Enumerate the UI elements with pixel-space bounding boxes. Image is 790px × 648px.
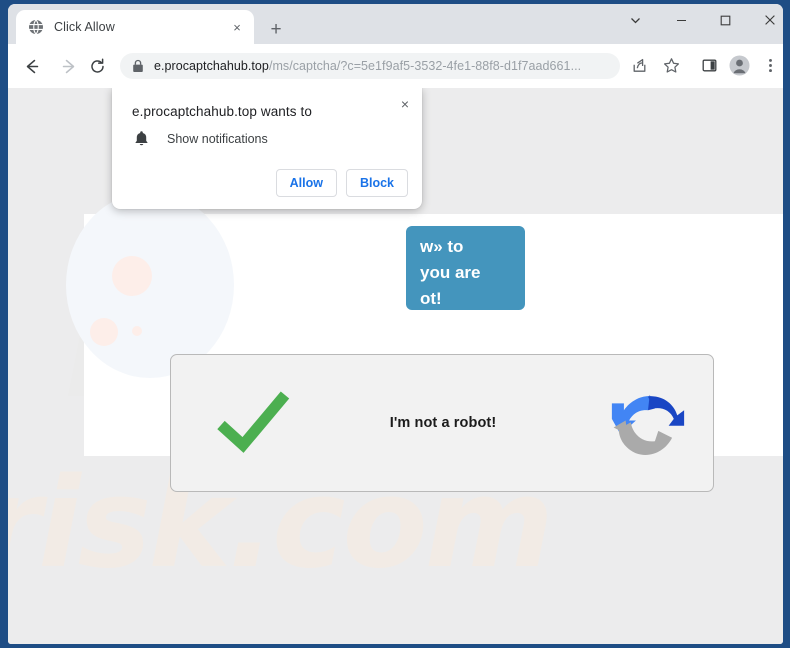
bell-icon xyxy=(135,131,148,146)
browser-toolbar: e.procaptchahub.top/ms/captcha/?c=5e1f9a… xyxy=(8,44,783,88)
decorative-dot xyxy=(90,318,118,346)
address-bar[interactable]: e.procaptchahub.top/ms/captcha/?c=5e1f9a… xyxy=(120,53,620,79)
page-viewport: PC risk.com w» to you are ot! I'm not a … xyxy=(8,88,783,644)
tab-search-chevron-down-icon[interactable] xyxy=(612,4,658,36)
tab-title: Click Allow xyxy=(54,20,115,34)
window-maximize-button[interactable] xyxy=(702,4,748,36)
dialog-permission-label: Show notifications xyxy=(167,131,268,146)
block-button[interactable]: Block xyxy=(345,169,408,197)
dialog-actions: Allow Block xyxy=(275,169,408,197)
decorative-dot xyxy=(112,256,152,296)
browser-window-inner: Click Allow × + e.procaptchahub.top/ms/c… xyxy=(8,4,783,644)
url-path: /ms/captcha/?c=5e1f9af5-3532-4fe1-88f8-d… xyxy=(268,59,582,73)
reload-button[interactable] xyxy=(82,51,112,81)
dialog-permission-row: Show notifications xyxy=(134,130,268,147)
allow-button[interactable]: Allow xyxy=(275,169,337,197)
page-content-card: w» to you are ot! I'm not a robot! xyxy=(66,192,783,492)
three-dot-menu-icon[interactable] xyxy=(756,51,783,79)
dialog-title: e.procaptchahub.top wants to xyxy=(132,104,312,119)
globe-icon xyxy=(29,19,43,35)
decorative-circle xyxy=(66,192,234,378)
browser-tab[interactable]: Click Allow × xyxy=(16,10,254,44)
forward-button[interactable] xyxy=(54,51,84,81)
address-bar-url: e.procaptchahub.top/ms/captcha/?c=5e1f9a… xyxy=(154,59,581,73)
tab-strip: Click Allow × + xyxy=(8,4,783,44)
window-minimize-button[interactable] xyxy=(658,4,704,36)
recaptcha-refresh-icon xyxy=(611,394,685,455)
captcha-box[interactable]: I'm not a robot! xyxy=(170,354,714,492)
share-icon[interactable] xyxy=(625,51,653,79)
window-close-button[interactable] xyxy=(747,4,783,36)
url-host: e.procaptchahub.top xyxy=(154,59,269,73)
dialog-close-icon[interactable]: × xyxy=(395,94,415,114)
click-allow-banner: w» to you are ot! xyxy=(406,226,525,310)
back-button[interactable] xyxy=(16,51,46,81)
side-panel-icon[interactable] xyxy=(695,51,723,79)
tab-close-icon[interactable]: × xyxy=(228,18,246,36)
profile-avatar-icon[interactable] xyxy=(725,51,753,79)
bookmark-star-icon[interactable] xyxy=(657,51,685,79)
decorative-dot xyxy=(132,326,142,336)
notification-permission-dialog: × e.procaptchahub.top wants to Show noti… xyxy=(112,88,422,209)
new-tab-button[interactable]: + xyxy=(262,15,290,43)
browser-window: Click Allow × + e.procaptchahub.top/ms/c… xyxy=(0,0,790,648)
lock-icon xyxy=(133,59,143,72)
